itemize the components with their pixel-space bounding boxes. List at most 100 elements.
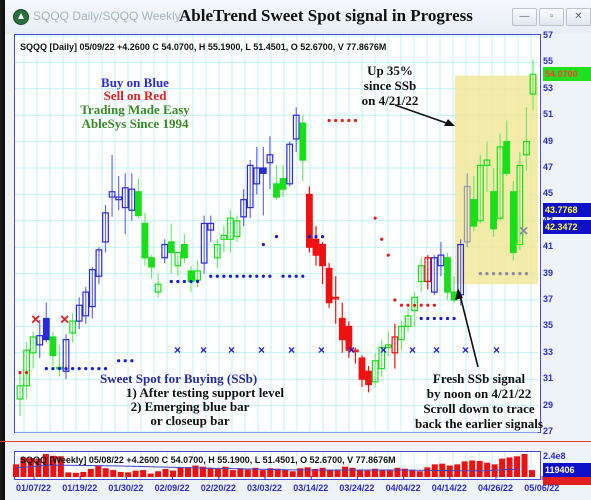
y-tick-label: 51	[543, 109, 554, 120]
volume-bar	[484, 462, 491, 477]
volume-bar	[65, 472, 72, 477]
stop-dot	[77, 367, 81, 371]
candle-body	[319, 243, 326, 267]
stop-dot-red	[334, 118, 338, 123]
volume-bar	[327, 469, 334, 477]
y-tick-label: 49	[543, 135, 554, 146]
pending-x-marker: ×	[519, 223, 528, 240]
volume-bar	[117, 471, 124, 477]
volume-bar	[446, 465, 453, 477]
stop-dot	[518, 272, 522, 276]
ssb-x-marker: ×	[200, 343, 207, 357]
x-tick-label: 04/04/22	[385, 483, 421, 493]
volume-bar	[394, 467, 401, 477]
stop-dot-red	[386, 253, 390, 257]
y-tick-label: 45	[543, 188, 554, 199]
volume-bar	[357, 469, 363, 477]
y-tick-label: 41	[543, 241, 554, 252]
volume-bar	[506, 457, 513, 477]
volume-bar	[162, 468, 169, 477]
stop-dot	[182, 279, 187, 284]
y-tick-label: 31	[543, 373, 554, 384]
candle-body	[305, 193, 313, 248]
ssb-x-marker: ×	[318, 343, 325, 357]
fresh-line: by noon on 4/21/22	[426, 386, 532, 401]
fresh-line: Scroll down to trace	[423, 401, 535, 416]
sell-x-marker: ×	[60, 311, 69, 328]
volume-bar	[334, 470, 341, 477]
stop-dot-red	[413, 303, 417, 307]
stop-dot	[491, 272, 496, 276]
stop-dot-red	[18, 371, 22, 375]
stop-dot-red	[340, 118, 344, 123]
stop-dot-red	[347, 118, 351, 123]
stop-dot-red	[406, 303, 410, 307]
annotation-up-line: on 4/21/22	[361, 93, 419, 108]
y-tick-label: 53	[543, 82, 554, 93]
volume-bar	[80, 471, 87, 477]
y-tick-label: 55	[543, 56, 554, 67]
volume-bar	[237, 468, 244, 477]
volume-bar	[95, 465, 102, 477]
volume-bar	[409, 470, 416, 477]
stop-dot	[261, 242, 265, 247]
stop-dot-red	[353, 118, 358, 123]
sell-x-marker: ×	[31, 311, 40, 328]
stop-dot	[255, 274, 259, 278]
volume-bar	[155, 471, 162, 477]
y-tick-label: 57	[543, 30, 554, 40]
volume-bar	[379, 470, 386, 477]
stop-dot	[235, 274, 239, 278]
x-tick-label: 03/24/22	[339, 483, 375, 493]
x-tick-label: 03/03/22	[247, 483, 283, 493]
stop-dot	[103, 367, 108, 371]
ssb-x-marker: ×	[288, 343, 295, 357]
candle-body	[509, 191, 517, 254]
volume-bar	[529, 470, 535, 477]
volume-bar	[386, 470, 393, 477]
x-tick-label: 01/19/22	[62, 483, 98, 493]
y-tick-label: 27	[543, 426, 554, 436]
stop-dot	[123, 359, 127, 363]
y-tick-label: 43	[543, 214, 554, 225]
stop-dot	[432, 316, 436, 321]
fresh-line: Fresh SSb signal	[432, 371, 526, 386]
volume-bar	[424, 467, 431, 477]
volume-bar	[521, 454, 528, 477]
stop-dot-red	[373, 216, 377, 220]
candle-body	[299, 122, 307, 161]
stop-dot	[524, 272, 529, 276]
stop-dot	[314, 235, 318, 239]
stop-dot	[84, 367, 88, 371]
ssb-item: 1) After testing support level	[126, 385, 284, 400]
candle-body	[42, 317, 50, 341]
last-price-tag: 54.0700	[543, 67, 591, 81]
x-tick-label: 02/09/22	[154, 483, 190, 493]
candle-body	[325, 267, 333, 304]
volume-bar	[87, 468, 94, 477]
ssb-title: Sweet Spot for Buying (SSb)	[100, 371, 258, 386]
stop-dot	[498, 272, 502, 276]
volume-bar	[140, 470, 147, 477]
stop-dot	[320, 235, 325, 239]
volume-bar	[192, 465, 199, 477]
stop-dot	[478, 272, 482, 276]
candle-body	[444, 257, 451, 293]
stop-dot	[505, 272, 509, 276]
annotation-up: Up 35% since SSb on 4/21/22	[345, 63, 435, 108]
x-tick-label: 05/06/22	[524, 483, 560, 493]
ssb-x-marker: ×	[493, 343, 500, 357]
volume-last-tag: 119406	[543, 463, 591, 477]
stop-dot	[294, 274, 298, 278]
stop-dot	[511, 272, 515, 276]
volume-bar	[416, 471, 423, 477]
stop-dot-red	[432, 303, 436, 307]
x-tick-label: 03/14/22	[293, 483, 329, 493]
volume-bar	[177, 467, 184, 477]
fresh-line: back the earlier signals	[415, 416, 543, 431]
volume-bar	[319, 467, 326, 477]
price-header: SQQQ [Daily] 05/09/22 +4.2600 C 54.0700,…	[20, 42, 387, 52]
stop-dot	[268, 274, 272, 278]
volume-bar	[289, 471, 296, 477]
ssb-item: or closeup bar	[150, 413, 230, 428]
